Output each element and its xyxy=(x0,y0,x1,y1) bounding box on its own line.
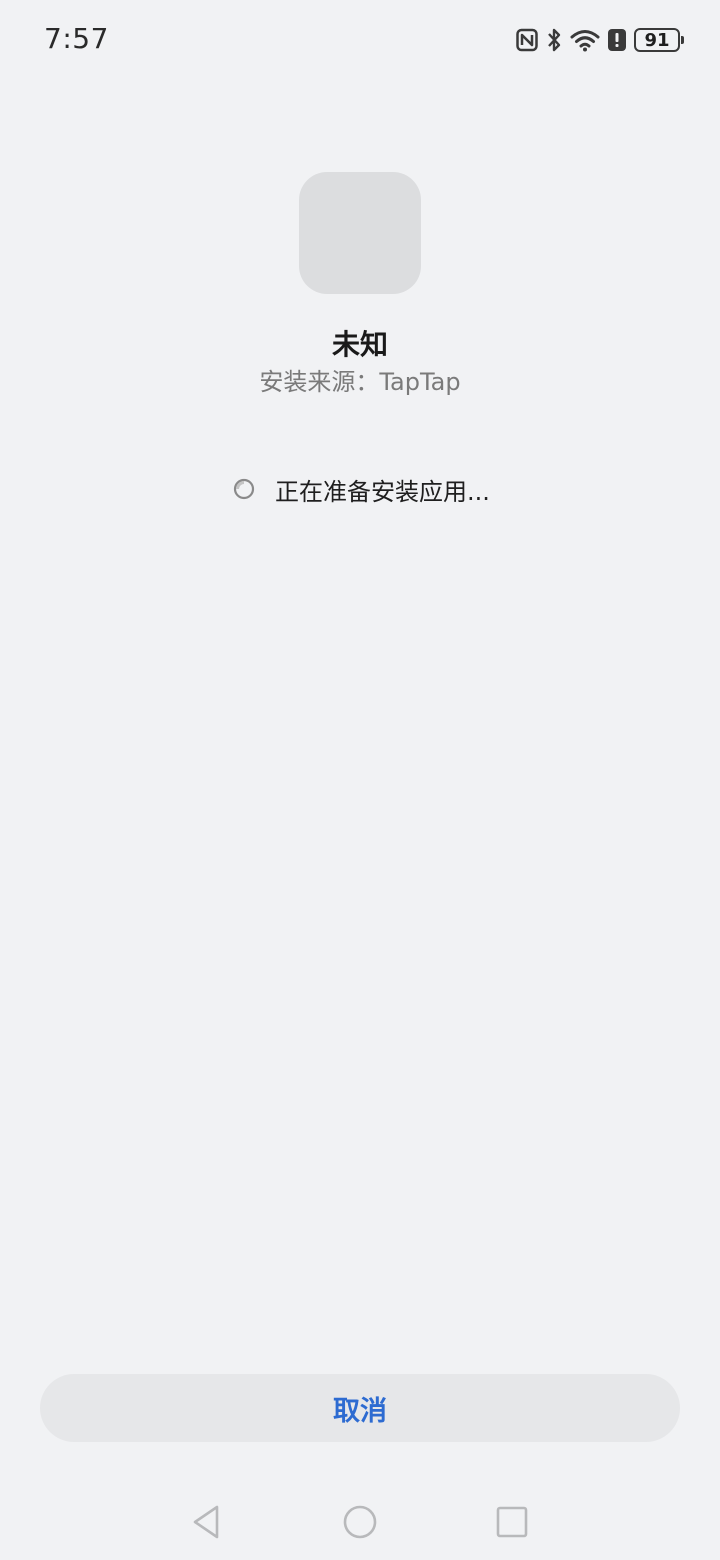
battery-icon: 91 xyxy=(634,28,684,52)
cancel-button[interactable]: 取消 xyxy=(40,1374,680,1442)
wifi-icon xyxy=(570,30,600,52)
status-icons: 91 xyxy=(516,26,684,54)
home-button[interactable] xyxy=(340,1502,380,1542)
status-time: 7:57 xyxy=(44,22,109,55)
progress-text: 正在准备安装应用... xyxy=(275,477,490,506)
back-icon xyxy=(193,1505,219,1539)
app-placeholder-icon xyxy=(299,172,421,294)
alert-icon xyxy=(608,29,626,51)
progress-status: 正在准备安装应用... xyxy=(233,474,490,506)
status-bar: 7:57 91 xyxy=(0,0,720,80)
back-button[interactable] xyxy=(186,1502,226,1542)
home-icon xyxy=(343,1505,377,1539)
recents-button[interactable] xyxy=(492,1502,532,1542)
battery-level: 91 xyxy=(644,29,670,51)
recents-icon xyxy=(496,1506,528,1538)
app-name: 未知 xyxy=(331,328,388,361)
loading-spinner-icon xyxy=(233,478,255,500)
nfc-icon xyxy=(516,28,538,52)
navigation-bar xyxy=(0,1480,720,1560)
install-source: 安装来源：TapTap xyxy=(259,368,461,396)
bluetooth-icon xyxy=(548,28,561,52)
